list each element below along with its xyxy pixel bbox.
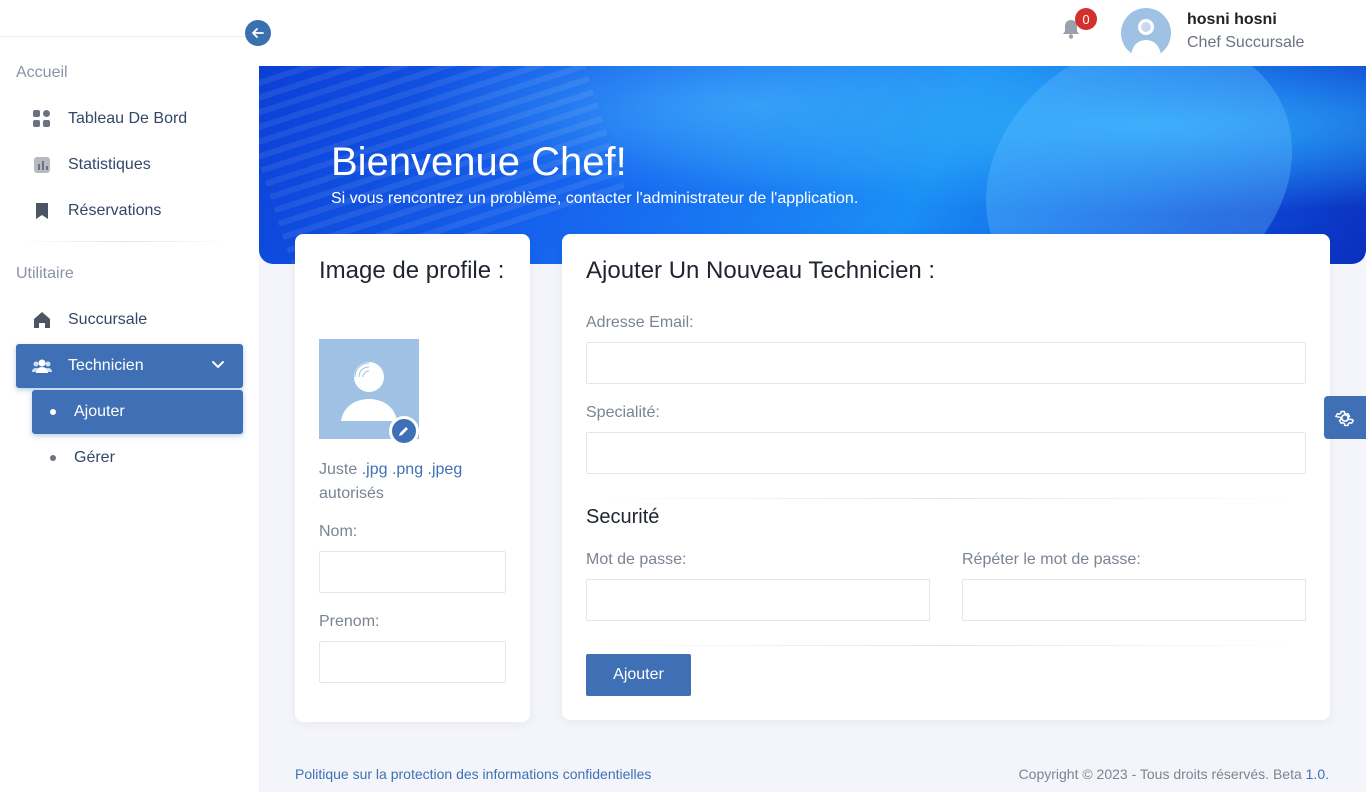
sidebar-divider	[16, 241, 232, 242]
user-role: Chef Succursale	[1187, 34, 1305, 51]
security-section-title: Securité	[586, 506, 660, 528]
sidebar-subitem-gerer[interactable]: Gérer	[32, 436, 243, 480]
bookmark-icon	[32, 201, 52, 221]
sidebar-subitem-ajouter[interactable]: Ajouter	[32, 390, 243, 434]
sidebar-collapse-button[interactable]	[245, 20, 271, 46]
chart-icon	[32, 155, 52, 175]
sidebar-item-statistiques[interactable]: Statistiques	[16, 143, 243, 187]
email-label: Adresse Email:	[586, 314, 694, 331]
new-technician-form-card: Ajouter Un Nouveau Technicien : Adresse …	[562, 234, 1330, 720]
home-icon	[32, 310, 52, 330]
speciality-input[interactable]	[586, 432, 1306, 474]
password-repeat-input[interactable]	[962, 579, 1306, 621]
email-input[interactable]	[586, 342, 1306, 384]
users-icon	[32, 356, 52, 376]
form-title: Ajouter Un Nouveau Technicien :	[586, 257, 936, 284]
bullet-icon	[50, 409, 56, 415]
nom-input[interactable]	[319, 551, 506, 593]
user-name: hosni hosni	[1187, 11, 1277, 28]
banner-title: Bienvenue Chef!	[331, 140, 627, 184]
sidebar-item-reservations[interactable]: Réservations	[16, 189, 243, 233]
profile-image-card: Image de profile : Juste .jpg .png .jpeg…	[295, 234, 530, 722]
notification-count-badge: 0	[1075, 8, 1097, 30]
user-avatar[interactable]	[1121, 8, 1171, 58]
sidebar-item-label: Technicien	[68, 357, 144, 374]
banner-subtitle: Si vous rencontrez un problème, contacte…	[331, 190, 859, 207]
speciality-label: Specialité:	[586, 404, 660, 421]
version-number: 1.0.	[1305, 766, 1329, 782]
privacy-policy-link[interactable]: Politique sur la protection des informat…	[295, 766, 651, 782]
form-divider	[586, 645, 1306, 646]
settings-panel-toggle[interactable]	[1324, 396, 1366, 439]
password-repeat-label: Répéter le mot de passe:	[962, 551, 1141, 568]
copyright-text: Copyright © 2023 - Tous droits réservés.…	[1018, 766, 1329, 782]
gear-icon	[1335, 410, 1354, 426]
form-divider	[586, 498, 1306, 499]
sidebar-item-label: Succursale	[68, 311, 148, 328]
sidebar-item-technicien[interactable]: Technicien	[16, 344, 243, 388]
password-label: Mot de passe:	[586, 551, 687, 568]
arrow-left-icon	[252, 28, 264, 38]
sidebar-item-label: Tableau De Bord	[68, 110, 188, 127]
sidebar-header	[0, 0, 259, 37]
section-title-accueil: Accueil	[16, 64, 68, 81]
prenom-input[interactable]	[319, 641, 506, 683]
sidebar-item-label: Réservations	[68, 202, 162, 219]
grid-icon	[32, 109, 52, 129]
password-input[interactable]	[586, 579, 930, 621]
ajouter-submit-button[interactable]: Ajouter	[586, 654, 691, 696]
sidebar: Accueil Tableau De Bord Statistiques Rés…	[0, 0, 259, 792]
topbar	[259, 0, 1366, 66]
nom-label: Nom:	[319, 523, 358, 540]
sidebar-item-succursale[interactable]: Succursale	[16, 298, 243, 342]
pencil-icon	[399, 427, 408, 436]
prenom-label: Prenom:	[319, 613, 380, 630]
sidebar-subitem-label: Ajouter	[74, 403, 125, 420]
sidebar-subitem-label: Gérer	[74, 449, 115, 466]
chevron-down-icon	[211, 357, 225, 376]
section-title-utilitaire: Utilitaire	[16, 265, 74, 282]
sidebar-item-label: Statistiques	[68, 156, 151, 173]
file-type-hint: Juste .jpg .png .jpeg autorisés	[319, 461, 463, 502]
sidebar-item-tableau-de-bord[interactable]: Tableau De Bord	[16, 97, 243, 141]
edit-profile-image-button[interactable]	[389, 416, 419, 446]
profile-card-title: Image de profile :	[319, 257, 505, 284]
bullet-icon	[50, 455, 56, 461]
